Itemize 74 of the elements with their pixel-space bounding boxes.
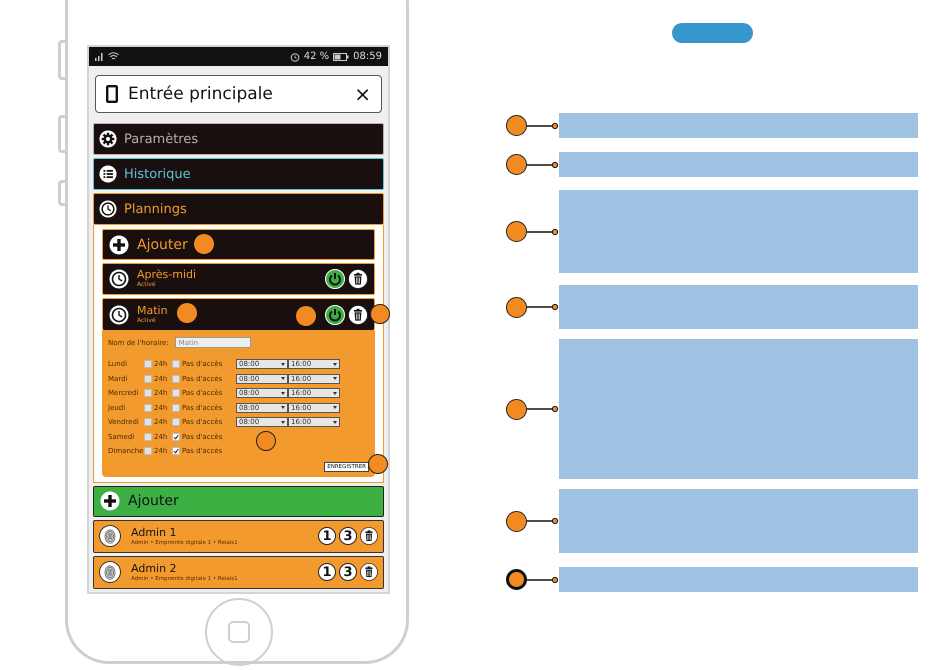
checkbox[interactable]: [144, 447, 152, 456]
add-label: Ajouter: [128, 493, 179, 509]
caret-icon: [281, 377, 285, 380]
menu-item[interactable]: Paramètres: [93, 123, 384, 155]
menu-item[interactable]: Historique: [93, 158, 384, 190]
power-icon[interactable]: [325, 269, 345, 289]
menu-label: Historique: [124, 166, 191, 182]
page-title: Entrée principale: [128, 84, 274, 104]
checkbox[interactable]: [144, 389, 152, 398]
checkbox[interactable]: [172, 447, 180, 456]
number-badge[interactable]: 3: [339, 563, 357, 581]
checkbox[interactable]: [172, 389, 180, 398]
settings-icon: [99, 130, 117, 148]
clock-icon: [99, 200, 117, 218]
user-name: Admin 1: [131, 526, 178, 538]
leader-line: [527, 122, 559, 130]
plus-icon: [109, 234, 129, 254]
delete-icon: [348, 304, 368, 324]
checkbox[interactable]: [172, 432, 180, 441]
list-icon: [99, 165, 117, 183]
leader-line: [527, 303, 559, 311]
checkbox[interactable]: [144, 374, 152, 383]
checkbox[interactable]: [172, 360, 180, 368]
schedule-name: Matin: [137, 304, 168, 316]
caret-icon: [281, 406, 285, 410]
home-button[interactable]: [205, 598, 273, 666]
add-label: Ajouter: [137, 236, 188, 252]
caret-icon: [281, 392, 285, 395]
clock-icon: [109, 269, 129, 289]
caret-icon: [281, 420, 285, 424]
number-badge[interactable]: 1: [318, 527, 336, 545]
signal-icon: [95, 52, 104, 60]
caret-icon: [333, 377, 337, 380]
clock-time: 08:59: [353, 51, 382, 62]
battery-icon: [333, 52, 350, 60]
caret-icon: [333, 362, 337, 366]
add-user-button[interactable]: Ajouter: [93, 486, 384, 516]
checkbox[interactable]: [144, 360, 152, 368]
delete-icon: [360, 563, 378, 581]
wifi-icon: [108, 52, 119, 61]
fingerprint-icon: [99, 561, 121, 583]
plus-icon: [100, 491, 120, 511]
leader-line: [527, 517, 559, 525]
number-badge[interactable]: 1: [318, 563, 336, 581]
checkbox[interactable]: [172, 374, 180, 383]
menu-item[interactable]: Plannings: [93, 193, 384, 225]
caret-icon: [333, 406, 337, 410]
checkbox[interactable]: [172, 404, 180, 412]
checkbox[interactable]: [144, 404, 152, 412]
checkbox[interactable]: [144, 432, 152, 441]
battery-percent: 42 %: [304, 51, 330, 62]
fingerprint-icon: [99, 525, 121, 547]
add-schedule-button[interactable]: Ajouter: [102, 229, 375, 260]
checkbox[interactable]: [172, 418, 180, 426]
clock-icon: [109, 304, 129, 324]
close-button[interactable]: ×: [354, 82, 371, 106]
checkbox[interactable]: [144, 418, 152, 426]
menu-label: Paramètres: [124, 132, 198, 146]
caret-icon: [333, 392, 337, 395]
leader-line: [527, 228, 559, 236]
caret-icon: [333, 420, 337, 424]
delete-icon: [360, 527, 378, 545]
alarm-icon: [290, 52, 300, 62]
number-badge[interactable]: 3: [339, 527, 357, 545]
leader-line: [527, 405, 559, 413]
user-name: Admin 2: [131, 562, 178, 574]
leader-line: [527, 160, 559, 168]
menu-label: Plannings: [124, 202, 187, 216]
leader-line: [527, 576, 559, 584]
phone-icon: [106, 85, 118, 103]
schedule-name: Après-midi: [137, 269, 196, 281]
caret-icon: [281, 362, 285, 366]
delete-icon: [348, 269, 368, 289]
power-icon[interactable]: [325, 304, 345, 324]
